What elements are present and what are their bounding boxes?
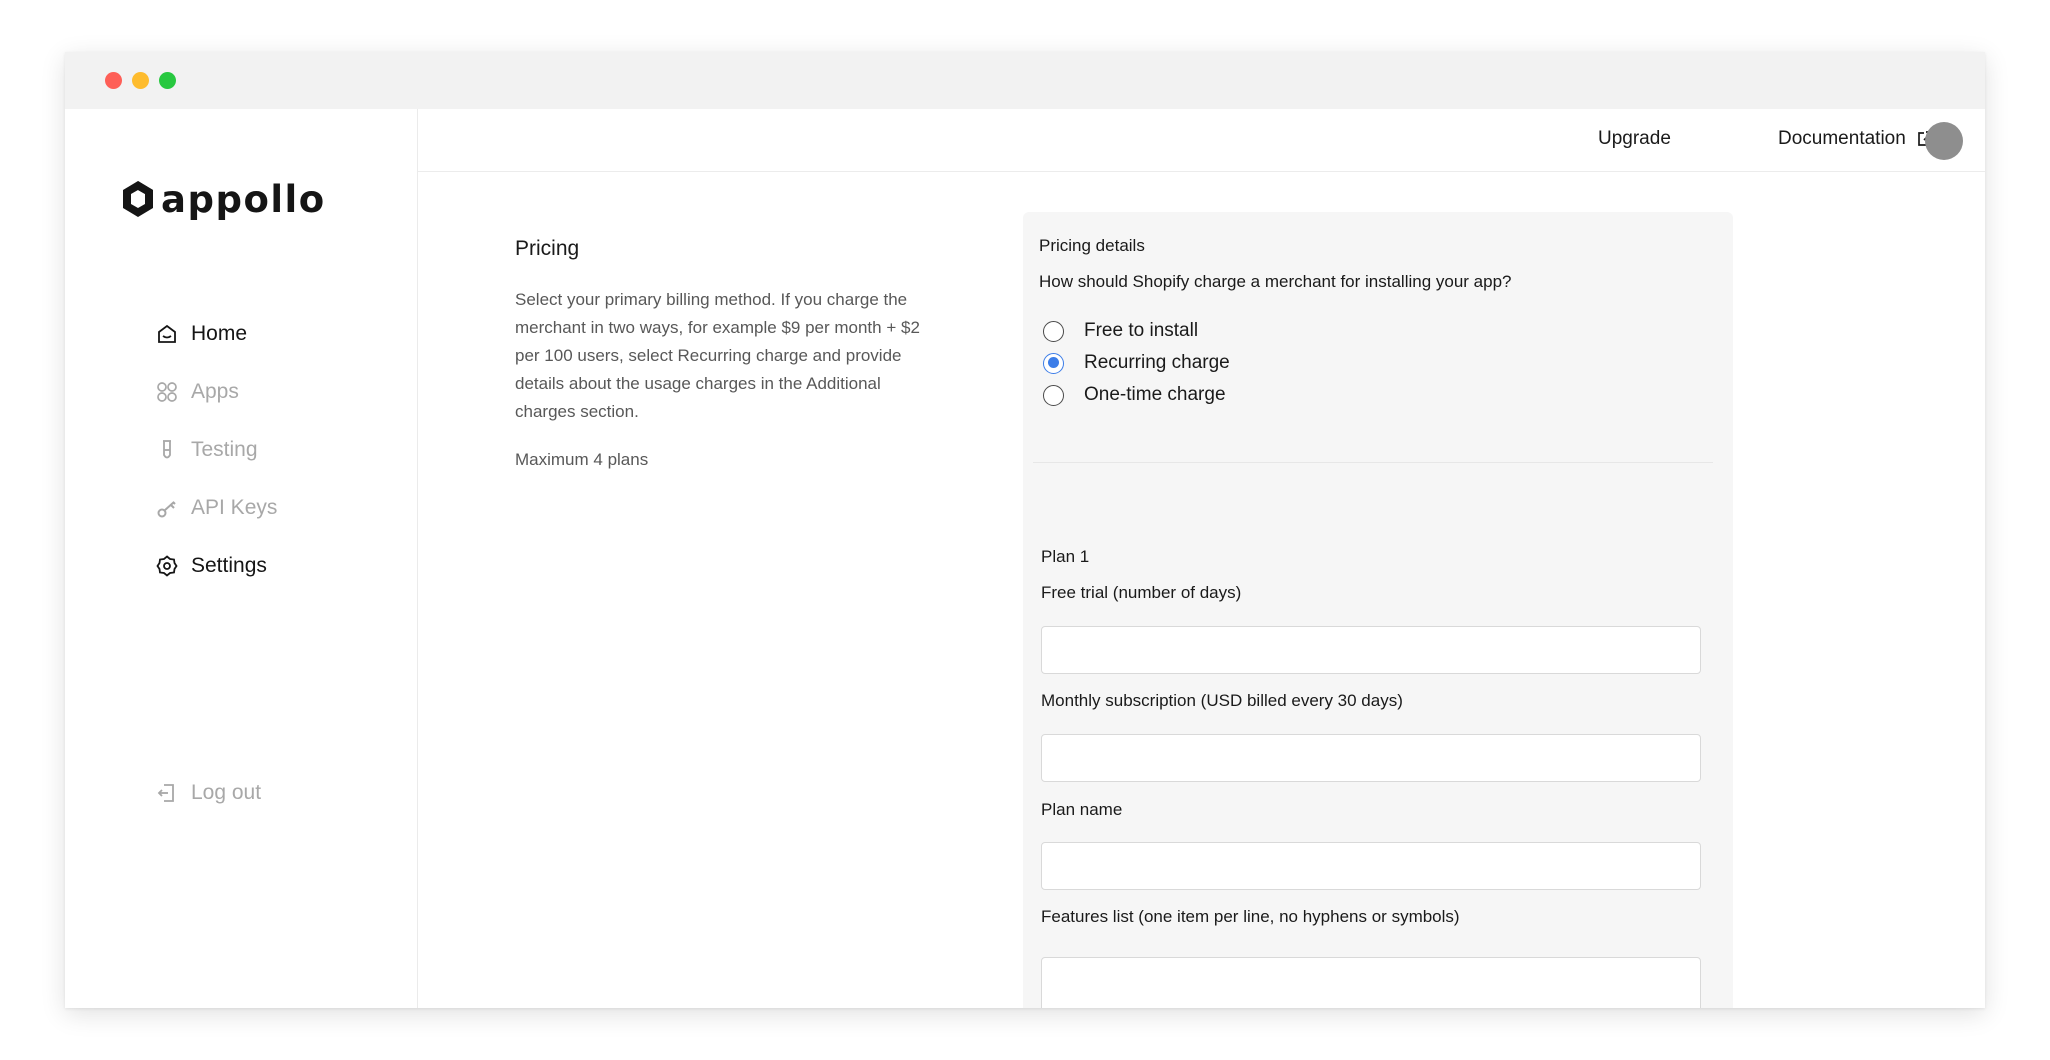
plan-title: Plan 1	[1041, 547, 1090, 566]
radio-one-time-charge[interactable]: One-time charge	[1043, 382, 1226, 408]
features-list-label: Features list (one item per line, no hyp…	[1041, 907, 1460, 926]
top-bar: Upgrade Documentation	[418, 109, 1985, 172]
sidebar-item-home[interactable]: Home	[155, 319, 247, 349]
radio-button[interactable]	[1043, 320, 1064, 342]
radio-button[interactable]	[1043, 384, 1064, 406]
sidebar-item-label: API Keys	[191, 496, 278, 519]
documentation-link[interactable]: Documentation	[1778, 128, 1934, 150]
sidebar-item-api-keys[interactable]: API Keys	[155, 493, 277, 523]
appollo-logo-icon	[123, 181, 153, 217]
radio-label: Free to install	[1084, 320, 1199, 341]
radio-label: One-time charge	[1084, 384, 1226, 405]
section-title: Pricing	[515, 237, 580, 260]
plan-name-label: Plan name	[1041, 800, 1123, 819]
radio-label: Recurring charge	[1084, 352, 1230, 373]
monthly-subscription-input[interactable]	[1041, 734, 1701, 782]
gear-icon	[155, 554, 179, 578]
divider	[1033, 462, 1713, 463]
sidebar-item-label: Apps	[191, 380, 239, 403]
avatar[interactable]	[1925, 122, 1963, 160]
maximize-window-button[interactable]	[159, 72, 176, 89]
logout-label: Log out	[191, 781, 262, 804]
section-note: Maximum 4 plans	[515, 450, 649, 469]
pricing-details-card: Pricing details How should Shopify charg…	[1023, 212, 1733, 1008]
sidebar-item-label: Settings	[191, 554, 267, 577]
sidebar-item-label: Home	[191, 322, 248, 345]
app-logo[interactable]: appollo	[121, 176, 326, 222]
logout-button[interactable]: Log out	[155, 778, 261, 808]
sidebar-item-apps[interactable]: Apps	[155, 377, 239, 407]
radio-recurring-charge[interactable]: Recurring charge	[1043, 350, 1230, 376]
app-name: appollo	[161, 177, 326, 221]
upgrade-link[interactable]: Upgrade	[1598, 128, 1671, 150]
window-titlebar	[65, 52, 1985, 109]
billing-question: How should Shopify charge a merchant for…	[1039, 272, 1512, 291]
sidebar-item-testing[interactable]: Testing	[155, 435, 258, 465]
logout-icon	[155, 781, 179, 805]
sidebar-item-settings[interactable]: Settings	[155, 551, 267, 581]
free-trial-label: Free trial (number of days)	[1041, 583, 1242, 602]
section-description: Select your primary billing method. If y…	[515, 290, 920, 421]
apps-grid-icon	[155, 380, 179, 404]
radio-button[interactable]	[1043, 352, 1064, 374]
key-icon	[155, 496, 179, 520]
plan-name-input[interactable]	[1041, 842, 1701, 890]
radio-free-to-install[interactable]: Free to install	[1043, 318, 1198, 344]
test-tube-icon	[155, 438, 179, 462]
documentation-label: Documentation	[1778, 128, 1906, 149]
app-window: appollo Home Apps Testing API Keys Setti…	[65, 52, 1985, 1008]
home-icon	[155, 322, 179, 346]
sidebar-item-label: Testing	[191, 438, 258, 461]
monthly-subscription-label: Monthly subscription (USD billed every 3…	[1041, 691, 1403, 710]
sidebar: appollo Home Apps Testing API Keys Setti…	[65, 109, 418, 1008]
free-trial-input[interactable]	[1041, 626, 1701, 674]
card-title: Pricing details	[1039, 236, 1145, 255]
minimize-window-button[interactable]	[132, 72, 149, 89]
close-window-button[interactable]	[105, 72, 122, 89]
features-list-textarea[interactable]	[1041, 957, 1701, 1008]
